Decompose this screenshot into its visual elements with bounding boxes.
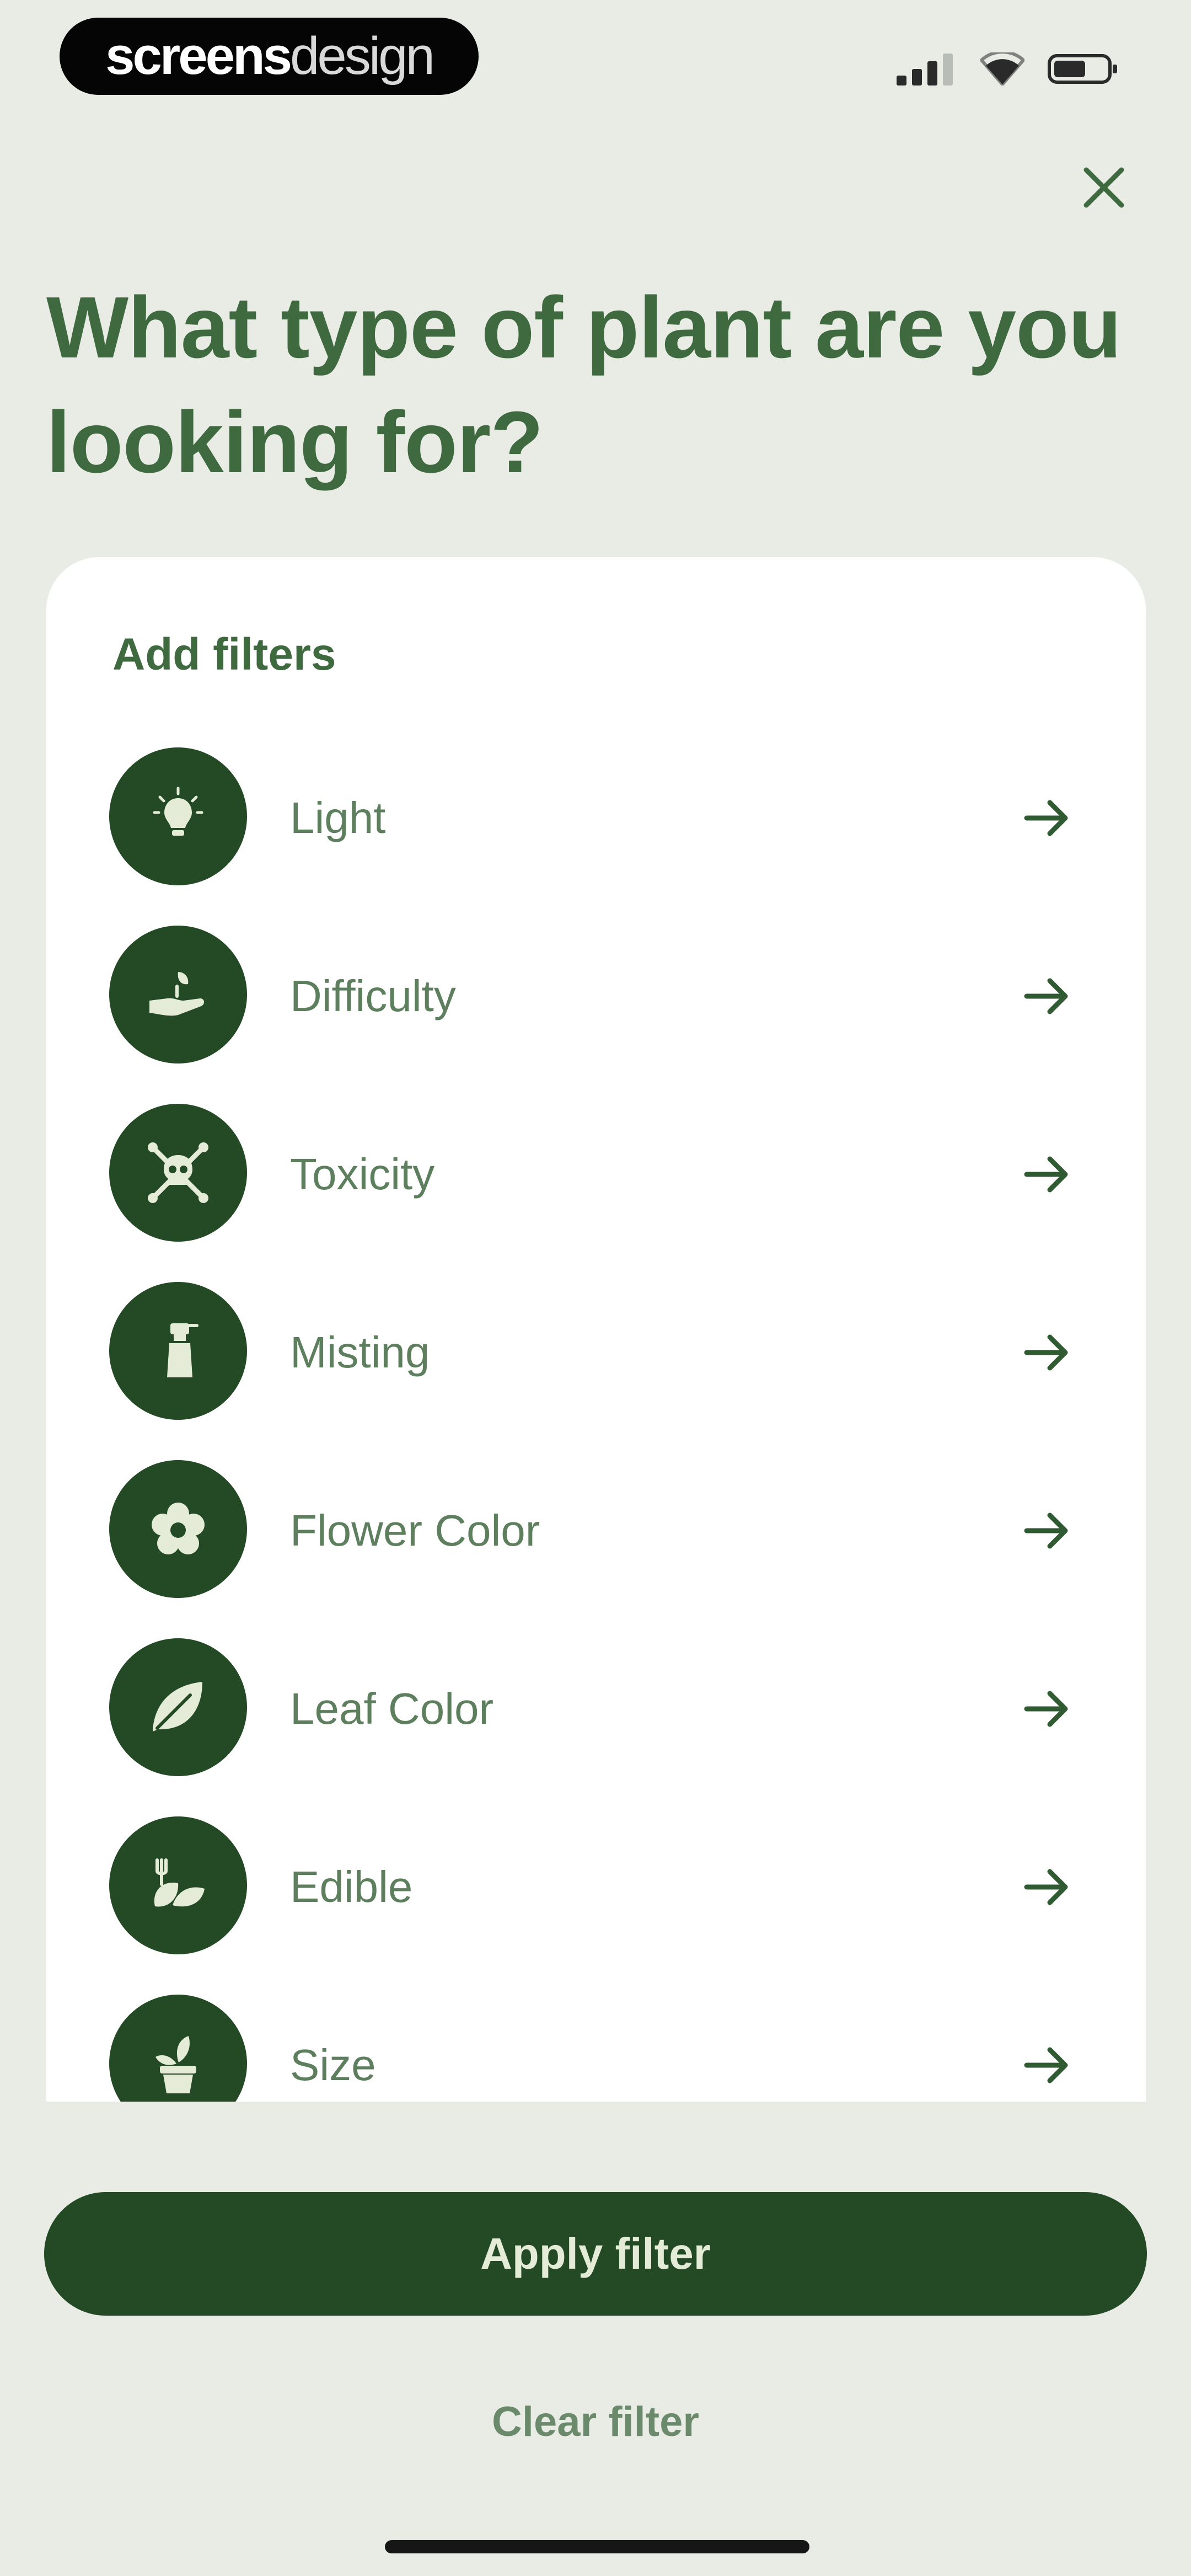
filter-item-flower-color[interactable]: Flower Color <box>46 1460 1146 1638</box>
filter-icon-circle <box>109 1104 247 1242</box>
arrow-right-icon <box>1024 1513 1068 1549</box>
filter-label: Size <box>290 2040 376 2089</box>
screensdesign-watermark: screens design <box>60 18 479 95</box>
potted-plant-icon <box>155 2036 196 2093</box>
home-indicator <box>385 2540 809 2553</box>
filter-icon-circle <box>109 926 247 1063</box>
watermark-text-light: design <box>290 26 435 85</box>
clear-filter-button[interactable]: Clear filter <box>375 2388 816 2455</box>
arrow-right-icon <box>1024 1334 1068 1371</box>
filter-item-edible[interactable]: Edible <box>46 1816 1146 1995</box>
filter-label: Flower Color <box>290 1506 540 1555</box>
edible-plant-icon <box>154 1858 205 1907</box>
page-title: What type of plant are you looking for? <box>46 279 1122 491</box>
filter-label: Leaf Color <box>290 1684 494 1733</box>
close-button[interactable] <box>1071 154 1137 221</box>
filter-item-misting[interactable]: Misting <box>46 1282 1146 1460</box>
arrow-right-icon <box>1024 800 1068 836</box>
filter-icon-circle <box>109 1995 247 2102</box>
flower-icon <box>152 1503 205 1554</box>
light-bulb-icon <box>153 787 203 836</box>
status-icons <box>897 47 1119 91</box>
filter-icon-circle <box>109 1460 247 1598</box>
filter-icon-circle <box>109 747 247 885</box>
apply-filter-button[interactable]: Apply filter <box>44 2192 1147 2316</box>
battery-icon <box>1048 54 1117 84</box>
close-icon <box>1083 167 1124 208</box>
arrow-right-icon <box>1024 1156 1068 1193</box>
filter-icon-circle <box>109 1282 247 1420</box>
filter-screen: screens design What type of plant are you… <box>0 0 1191 2576</box>
filter-item-light[interactable]: Light <box>46 747 1146 926</box>
filters-card: Add filters Light Difficulty Toxicity Mi… <box>46 557 1146 2102</box>
arrow-right-icon <box>1024 1869 1068 1905</box>
spray-bottle-icon <box>167 1323 198 1377</box>
filter-label: Light <box>290 793 386 842</box>
filter-label: Edible <box>290 1862 413 1911</box>
filter-icon-circle <box>109 1638 247 1776</box>
skull-crossbones-icon <box>148 1142 208 1203</box>
filter-item-size[interactable]: Size <box>46 1995 1146 2102</box>
filters-heading: Add filters <box>112 629 336 680</box>
arrow-right-icon <box>1024 1691 1068 1727</box>
filter-label: Misting <box>290 1328 430 1377</box>
cellular-signal-icon <box>897 54 953 85</box>
filter-item-leaf-color[interactable]: Leaf Color <box>46 1638 1146 1816</box>
filter-item-toxicity[interactable]: Toxicity <box>46 1104 1146 1282</box>
wifi-icon <box>980 52 1024 85</box>
filter-item-difficulty[interactable]: Difficulty <box>46 926 1146 1104</box>
filter-label: Toxicity <box>290 1150 435 1199</box>
arrow-right-icon <box>1024 2047 1068 2083</box>
hand-plant-icon <box>149 972 205 1016</box>
arrow-right-icon <box>1024 978 1068 1014</box>
filter-list: Light Difficulty Toxicity Misting Flower… <box>46 747 1146 2102</box>
filter-label: Difficulty <box>290 971 456 1020</box>
leaf-icon <box>153 1682 202 1731</box>
watermark-text-bold: screens <box>105 26 292 85</box>
filter-icon-circle <box>109 1816 247 1954</box>
